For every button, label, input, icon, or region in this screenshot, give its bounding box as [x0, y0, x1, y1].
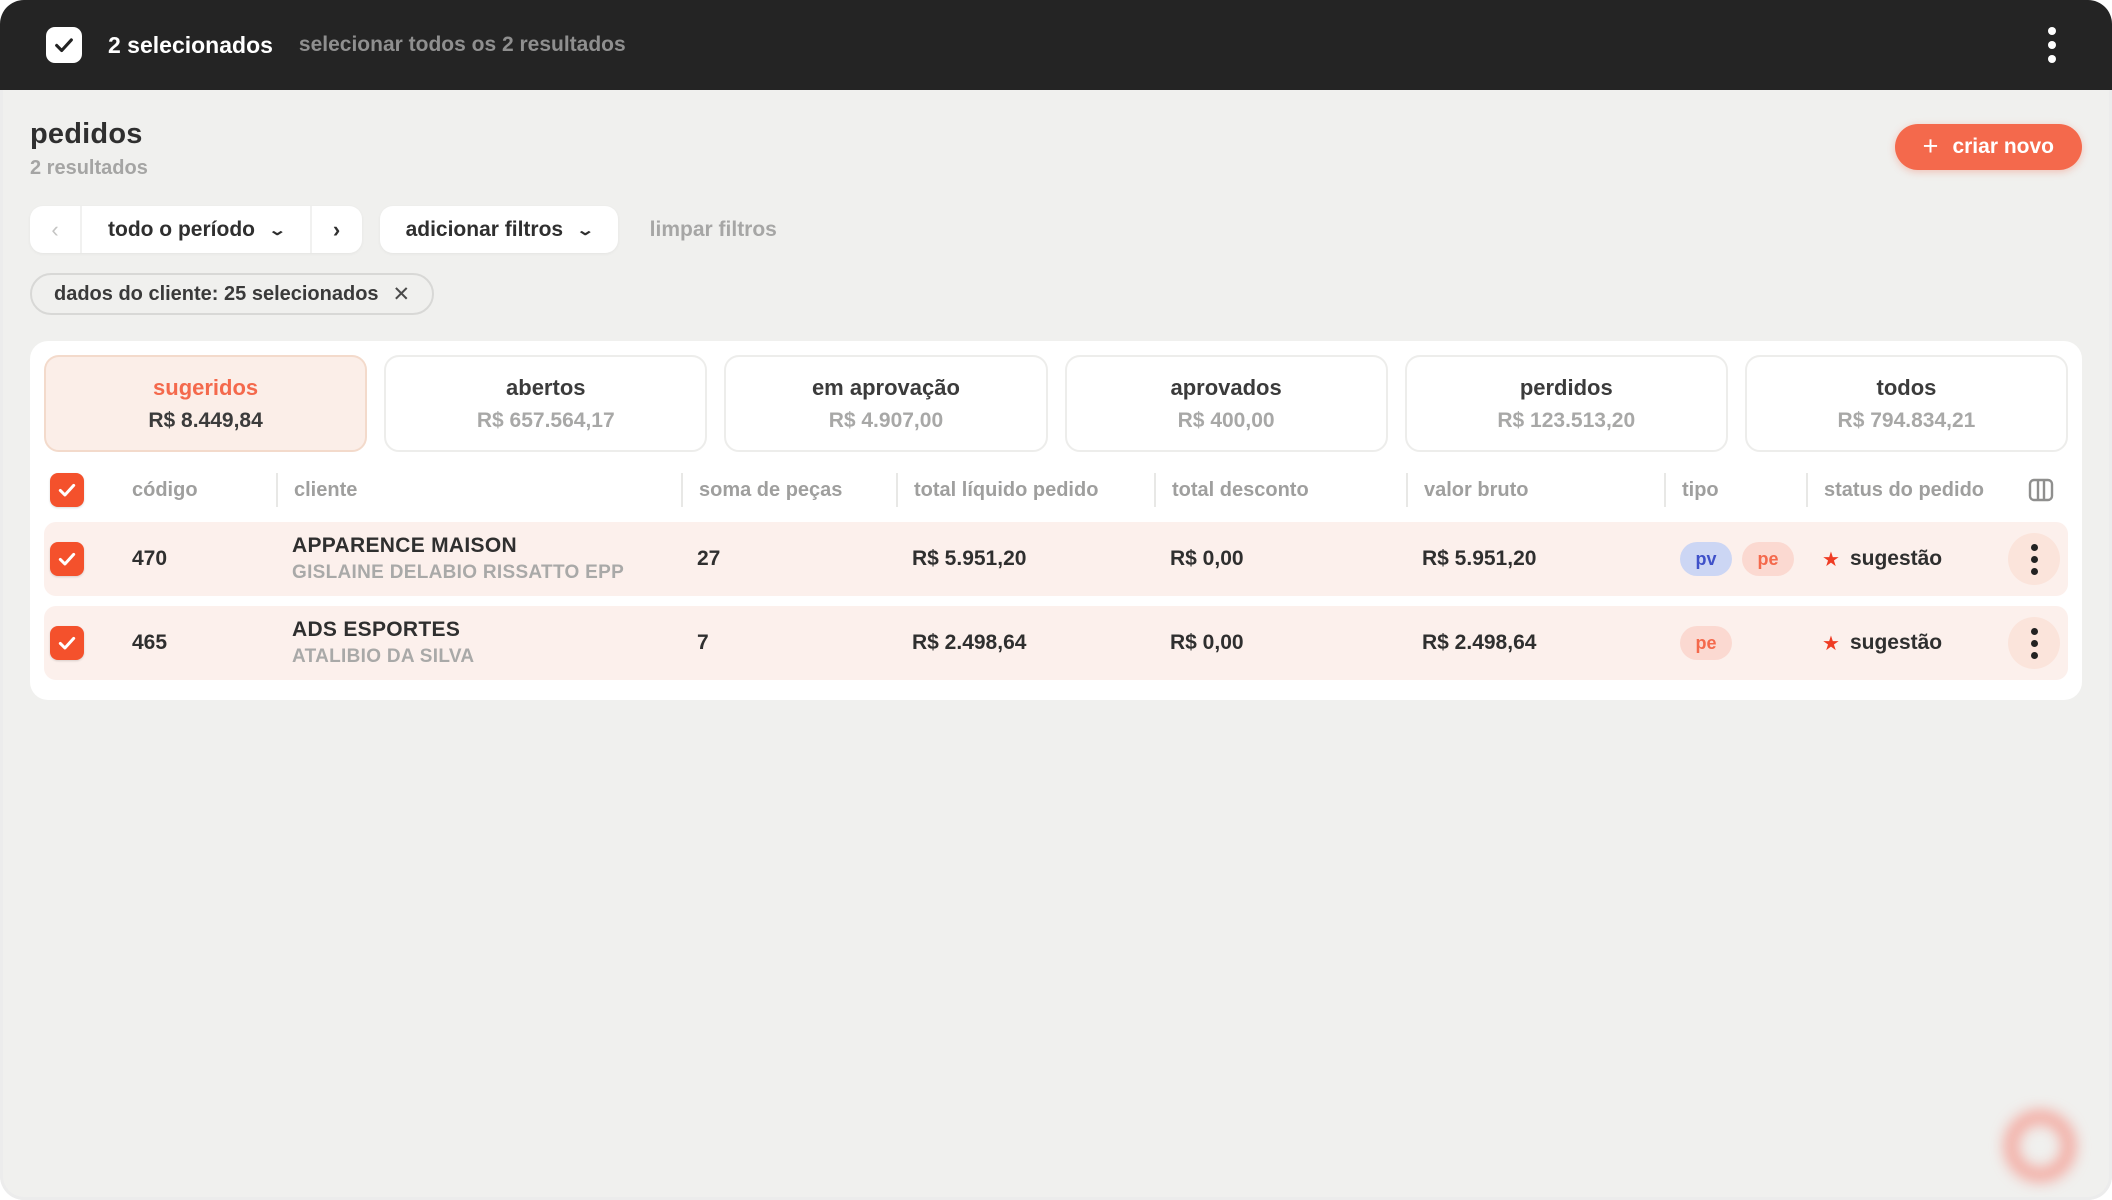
cell-soma-pecas: 7 [681, 631, 896, 655]
tipo-pill-pv: pv [1680, 542, 1732, 576]
row-checkbox[interactable] [50, 542, 84, 576]
col-tipo[interactable]: tipo [1664, 473, 1806, 507]
cell-total-liquido: R$ 2.498,64 [896, 631, 1154, 655]
cell-codigo: 470 [116, 547, 276, 571]
cell-total-liquido: R$ 5.951,20 [896, 547, 1154, 571]
col-total-desconto[interactable]: total desconto [1154, 473, 1406, 507]
add-filters-dropdown[interactable]: adicionar filtros ⌄ [380, 206, 618, 253]
tab-label: sugeridos [153, 375, 258, 401]
cell-status: ★ sugestão [1806, 631, 1988, 656]
tab-label: perdidos [1520, 375, 1613, 401]
col-soma-de-pecas[interactable]: soma de peças [681, 473, 896, 507]
chevron-down-icon: ⌄ [576, 221, 595, 239]
cell-total-desconto: R$ 0,00 [1154, 547, 1406, 571]
orders-card: sugeridos R$ 8.449,84 abertos R$ 657.564… [30, 341, 2082, 700]
cell-tipo: pe [1664, 626, 1806, 660]
tab-abertos[interactable]: abertos R$ 657.564,17 [384, 355, 707, 452]
tab-value: R$ 8.449,84 [148, 409, 262, 433]
checkmark-icon [53, 34, 75, 56]
cell-tipo: pvpe [1664, 542, 1806, 576]
cell-cliente: ADS ESPORTES ATALIBIO DA SILVA [276, 618, 681, 668]
tab-value: R$ 794.834,21 [1838, 409, 1976, 433]
column-settings-button[interactable] [1988, 477, 2068, 503]
row-menu-button[interactable] [2008, 617, 2060, 669]
client-subname: ATALIBIO DA SILVA [292, 646, 681, 668]
col-valor-bruto[interactable]: valor bruto [1406, 473, 1664, 507]
chevron-down-icon: ⌄ [268, 221, 287, 239]
tab-sugeridos[interactable]: sugeridos R$ 8.449,84 [44, 355, 367, 452]
create-new-button[interactable]: + criar novo [1895, 124, 2082, 170]
cell-status: ★ sugestão [1806, 547, 1988, 572]
tab-perdidos[interactable]: perdidos R$ 123.513,20 [1405, 355, 1728, 452]
star-icon: ★ [1822, 631, 1840, 656]
period-selector: ‹ todo o período ⌄ › [30, 206, 362, 253]
tab-value: R$ 657.564,17 [477, 409, 615, 433]
tab-label: todos [1877, 375, 1937, 401]
tipo-pill-pe: pe [1680, 626, 1732, 660]
period-label: todo o período [108, 218, 255, 242]
cell-codigo: 465 [116, 631, 276, 655]
cell-soma-pecas: 27 [681, 547, 896, 571]
col-status-pedido[interactable]: status do pedido [1806, 473, 1988, 507]
period-prev-button[interactable]: ‹ [30, 206, 82, 253]
cell-total-desconto: R$ 0,00 [1154, 631, 1406, 655]
status-tabs: sugeridos R$ 8.449,84 abertos R$ 657.564… [44, 355, 2068, 452]
tab-value: R$ 4.907,00 [829, 409, 943, 433]
row-menu-button[interactable] [2008, 533, 2060, 585]
clear-filters-link[interactable]: limpar filtros [650, 218, 777, 242]
tab-label: aprovados [1170, 375, 1281, 401]
selection-bar: 2 selecionados selecionar todos os 2 res… [0, 0, 2112, 90]
page-content: pedidos 2 resultados + criar novo ‹ todo… [0, 90, 2112, 1200]
close-icon[interactable]: ✕ [393, 282, 411, 307]
select-all-results-link[interactable]: selecionar todos os 2 resultados [299, 33, 626, 57]
tab-em-aprovacao[interactable]: em aprovação R$ 4.907,00 [724, 355, 1047, 452]
client-data-filter-chip[interactable]: dados do cliente: 25 selecionados ✕ [30, 273, 434, 315]
table-row[interactable]: 470 APPARENCE MAISON GISLAINE DELABIO RI… [44, 522, 2068, 596]
table-row[interactable]: 465 ADS ESPORTES ATALIBIO DA SILVA 7 R$ … [44, 606, 2068, 680]
page-header: pedidos 2 resultados + criar novo [30, 118, 2082, 180]
col-codigo[interactable]: código [116, 473, 276, 507]
status-label: sugestão [1850, 631, 1942, 655]
tab-aprovados[interactable]: aprovados R$ 400,00 [1065, 355, 1388, 452]
checkmark-icon [57, 633, 77, 653]
client-name: APPARENCE MAISON [292, 534, 681, 558]
tipo-pill-pe: pe [1742, 542, 1794, 576]
cell-valor-bruto: R$ 5.951,20 [1406, 547, 1664, 571]
row-checkbox[interactable] [50, 626, 84, 660]
page-title: pedidos [30, 118, 148, 151]
filters-row: ‹ todo o período ⌄ › adicionar filtros ⌄… [30, 206, 2082, 253]
period-next-button[interactable]: › [310, 206, 362, 253]
period-dropdown[interactable]: todo o período ⌄ [82, 206, 310, 253]
create-new-label: criar novo [1952, 135, 2054, 159]
cell-cliente: APPARENCE MAISON GISLAINE DELABIO RISSAT… [276, 534, 681, 584]
cell-valor-bruto: R$ 2.498,64 [1406, 631, 1664, 655]
client-name: ADS ESPORTES [292, 618, 681, 642]
client-subname: GISLAINE DELABIO RISSATTO EPP [292, 562, 681, 584]
tab-label: em aprovação [812, 375, 960, 401]
tab-value: R$ 123.513,20 [1497, 409, 1635, 433]
checkmark-icon [57, 549, 77, 569]
results-count: 2 resultados [30, 157, 148, 180]
star-icon: ★ [1822, 547, 1840, 572]
add-filters-label: adicionar filtros [406, 218, 564, 242]
columns-icon [2028, 477, 2054, 503]
selection-menu-button[interactable] [2038, 17, 2066, 73]
select-all-checkbox[interactable] [46, 27, 82, 63]
table-header: código cliente soma de peças total líqui… [44, 458, 2068, 522]
tab-label: abertos [506, 375, 585, 401]
status-label: sugestão [1850, 547, 1942, 571]
plus-icon: + [1923, 133, 1939, 160]
selected-count-label: 2 selecionados [108, 32, 273, 59]
app-window: 2 selecionados selecionar todos os 2 res… [0, 0, 2112, 1200]
col-total-liquido[interactable]: total líquido pedido [896, 473, 1154, 507]
header-checkbox[interactable] [50, 473, 84, 507]
tab-todos[interactable]: todos R$ 794.834,21 [1745, 355, 2068, 452]
tab-value: R$ 400,00 [1178, 409, 1275, 433]
filter-chip-label: dados do cliente: 25 selecionados [54, 283, 379, 306]
col-cliente[interactable]: cliente [276, 473, 681, 507]
active-filters-row: dados do cliente: 25 selecionados ✕ [30, 273, 2082, 315]
checkmark-icon [57, 480, 77, 500]
cursor-highlight-ring [2004, 1110, 2076, 1182]
